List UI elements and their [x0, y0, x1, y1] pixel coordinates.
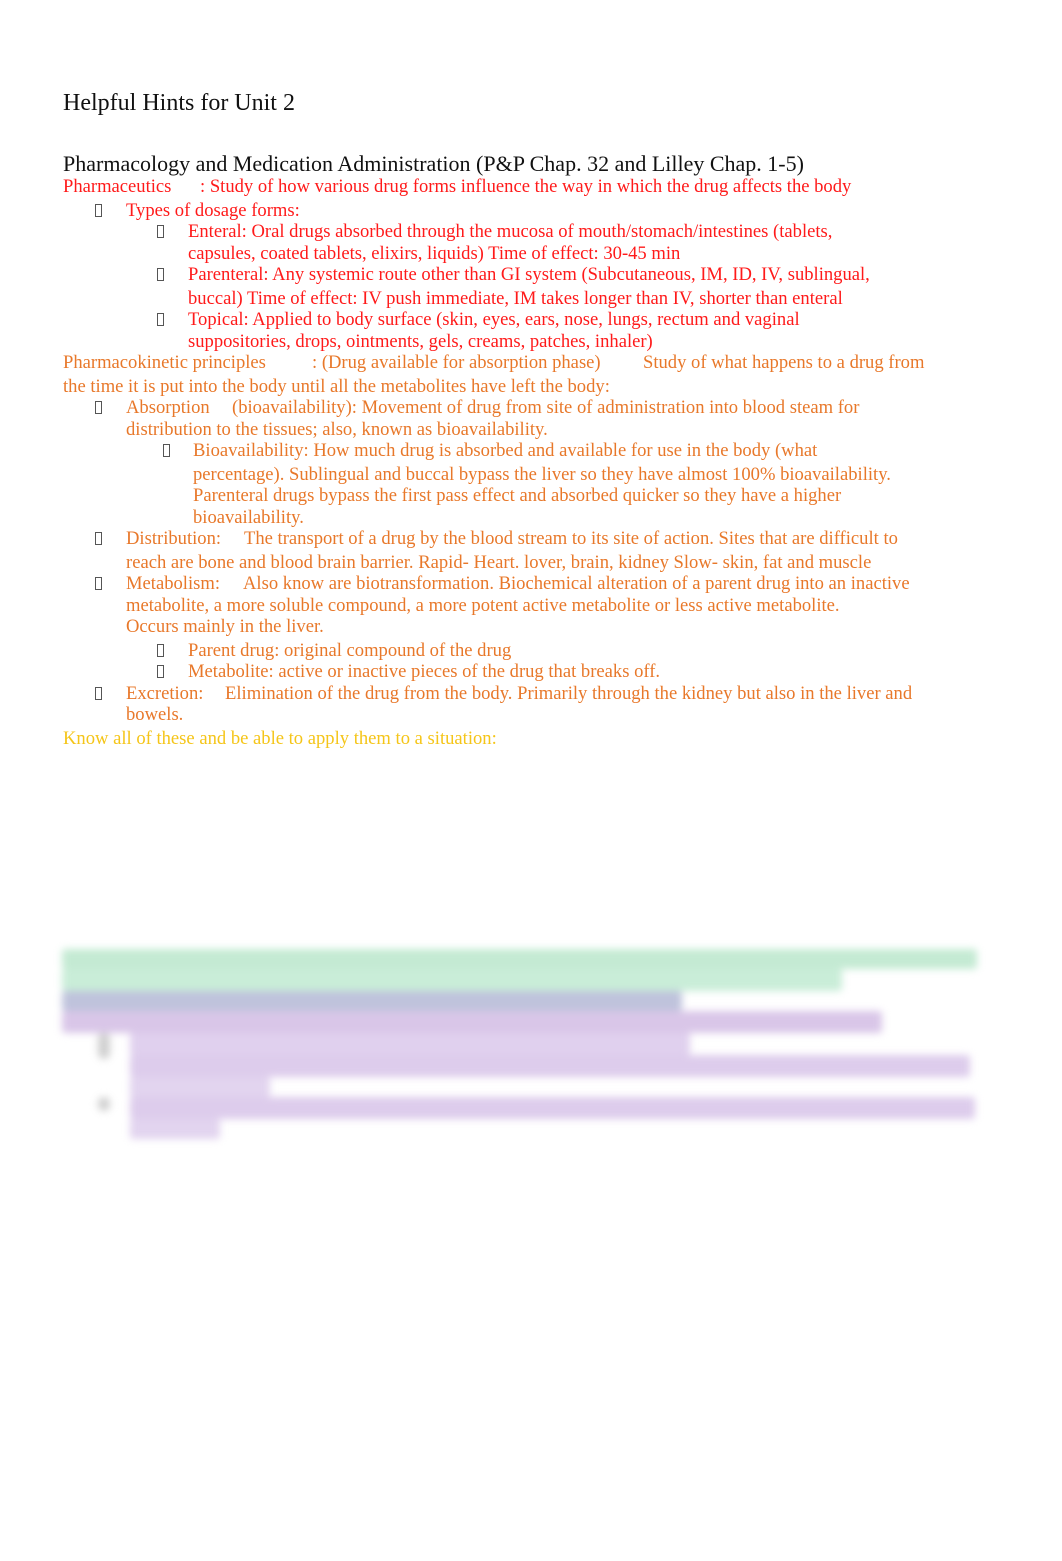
topical-line2: suppositories, drops, ointments, gels, c… [188, 331, 653, 352]
topical-line1: Topical: Applied to body surface (skin, … [188, 309, 800, 330]
pharmaceutics-term: Pharmaceutics [63, 176, 172, 197]
bioavailability-line4: bioavailability. [193, 507, 304, 528]
enteral-line2: capsules, coated tablets, elixirs, liqui… [188, 243, 681, 264]
bullet-icon [95, 687, 102, 700]
bullet-icon [157, 225, 164, 238]
parenteral-line2: buccal) Time of effect: IV push immediat… [188, 288, 843, 309]
bullet-icon [163, 444, 170, 457]
distribution-term: Distribution: [126, 528, 222, 549]
dosage-forms-label: Types of dosage forms: [126, 200, 300, 221]
enteral-line1: Enteral: Oral drugs absorbed through the… [188, 221, 833, 242]
absorption-line2: distribution to the tissues; also, known… [126, 419, 548, 440]
bullet-icon [95, 532, 102, 545]
pharmacokinetics-definition-1: Study of what happens to a drug from [643, 352, 925, 373]
section-heading: Pharmacology and Medication Administrati… [63, 151, 804, 176]
metabolism-line2: metabolite, a more soluble compound, a m… [126, 595, 840, 616]
excretion-line1: Elimination of the drug from the body. P… [225, 683, 913, 704]
bullet-icon [157, 268, 164, 281]
pharmacokinetics-term: Pharmacokinetic principles [63, 352, 266, 373]
pharmacokinetics-definition-2: the time it is put into the body until a… [63, 376, 610, 397]
bullet-icon [95, 204, 102, 217]
parenteral-line1: Parenteral: Any systemic route other tha… [188, 264, 870, 285]
document-page: Helpful Hints for Unit 2 Pharmacology an… [0, 0, 1062, 1561]
excretion-line2: bowels. [126, 704, 184, 725]
absorption-term: Absorption [126, 397, 210, 418]
closing-note: Know all of these and be able to apply t… [63, 728, 497, 749]
distribution-line1: The transport of a drug by the blood str… [244, 528, 898, 549]
pharmacokinetics-note: : (Drug available for absorption phase) [312, 352, 601, 373]
blurred-preview [58, 945, 983, 1150]
metabolite: Metabolite: active or inactive pieces of… [188, 661, 661, 682]
metabolism-term: Metabolism: [126, 573, 220, 594]
metabolism-line3: Occurs mainly in the liver. [126, 616, 324, 637]
pharmaceutics-definition: : Study of how various drug forms influe… [200, 176, 852, 197]
excretion-term: Excretion: [126, 683, 204, 704]
bioavailability-line2: percentage). Sublingual and buccal bypas… [193, 464, 891, 485]
bioavailability-line3: Parenteral drugs bypass the first pass e… [193, 485, 842, 506]
parent-drug: Parent drug: original compound of the dr… [188, 640, 512, 661]
bullet-icon [157, 665, 164, 678]
bullet-icon [157, 644, 164, 657]
bullet-icon [95, 401, 102, 414]
bullet-icon [95, 577, 102, 590]
bullet-icon [157, 313, 164, 326]
bioavailability-line1: Bioavailability: How much drug is absorb… [193, 440, 818, 461]
metabolism-line1: Also know are biotransformation. Biochem… [243, 573, 910, 594]
distribution-line2: reach are bone and blood brain barrier. … [126, 552, 872, 573]
absorption-line1: (bioavailability): Movement of drug from… [232, 397, 860, 418]
document-title: Helpful Hints for Unit 2 [63, 90, 295, 116]
